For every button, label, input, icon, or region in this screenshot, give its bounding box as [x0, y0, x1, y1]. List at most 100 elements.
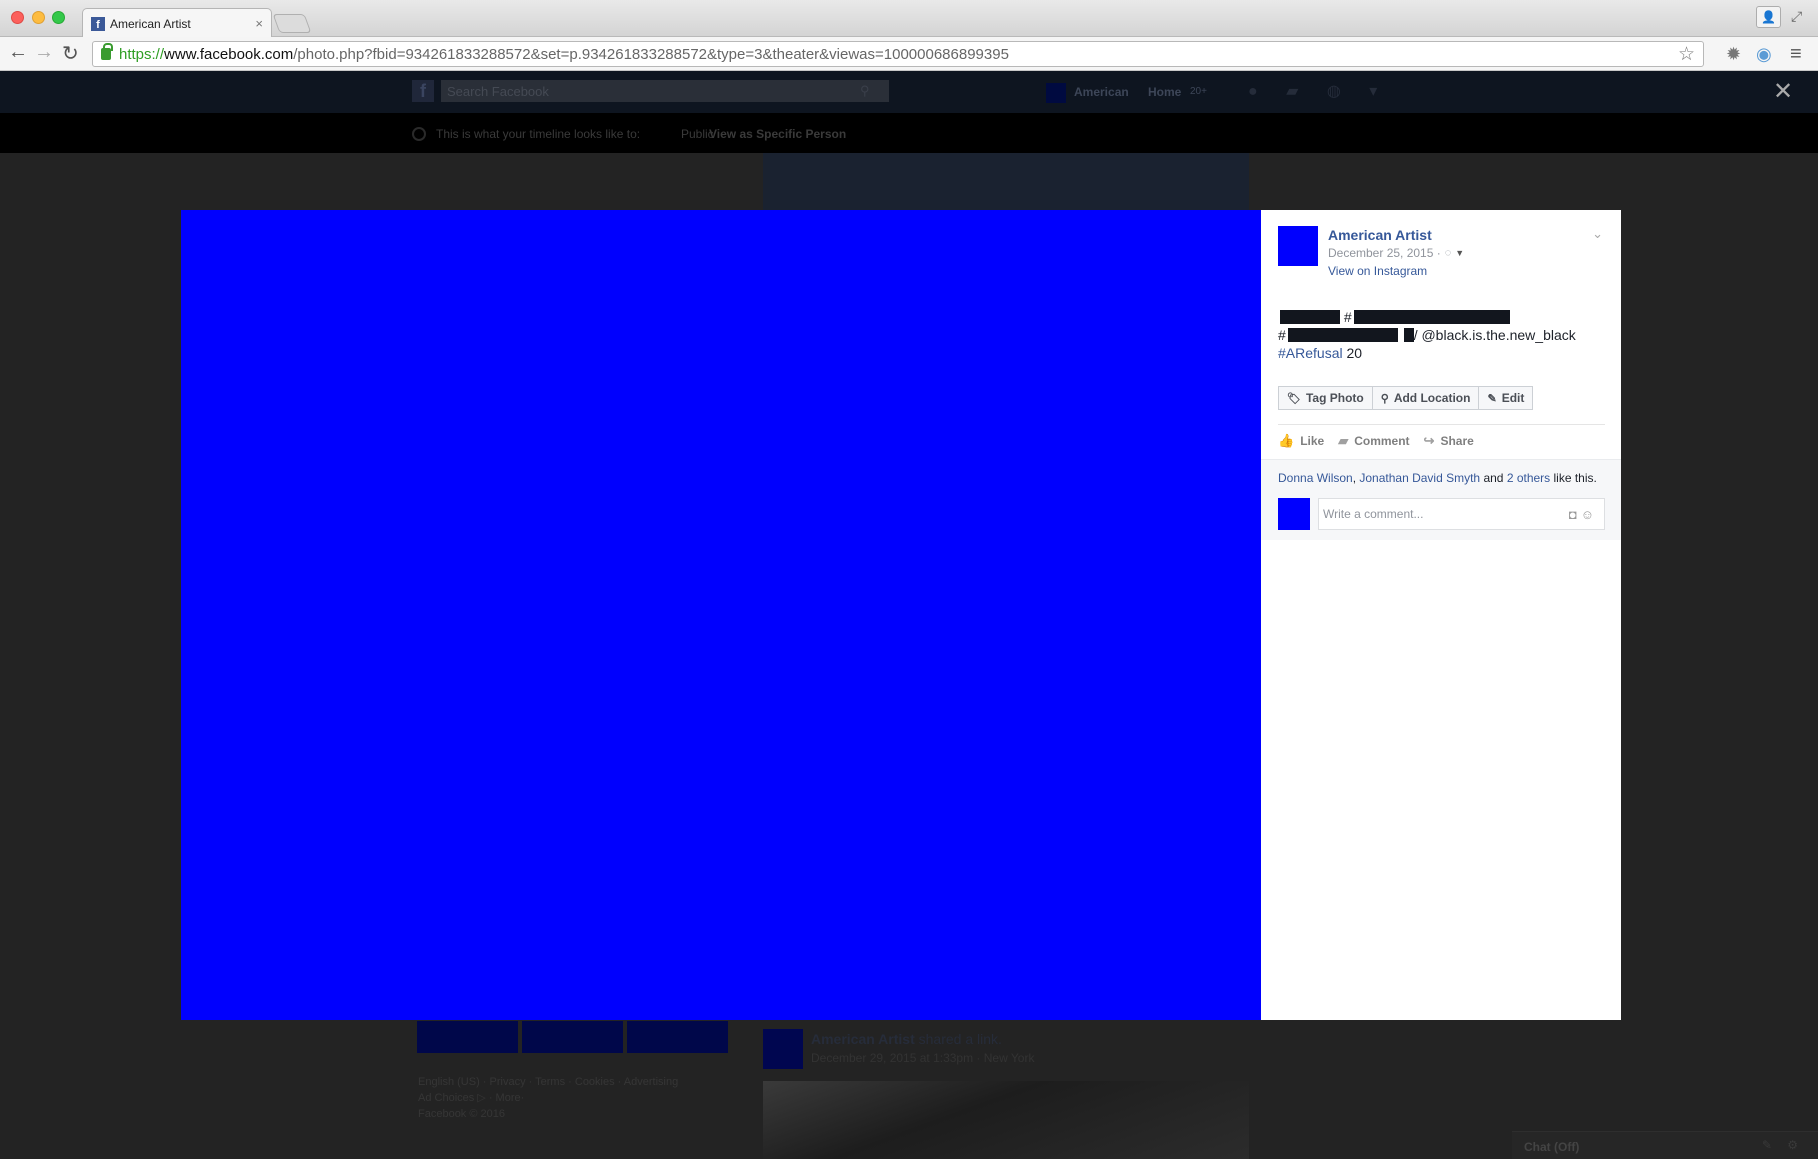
- tab-close-icon[interactable]: ×: [255, 16, 263, 31]
- liker-link[interactable]: Donna Wilson: [1278, 471, 1353, 485]
- chat-bar: Chat (Off) ✎ ⚙: [1512, 1131, 1818, 1159]
- tab-title: American Artist: [110, 16, 191, 31]
- tag-photo-button[interactable]: 🏷 Tag Photo: [1278, 386, 1373, 410]
- caption-mention[interactable]: @black.is.the.new_black: [1418, 327, 1575, 343]
- tag-photo-label: Tag Photo: [1305, 391, 1364, 405]
- view-as-text: This is what your timeline looks like to…: [436, 127, 641, 141]
- post-author: American Artist: [811, 1031, 915, 1047]
- globe-icon: ◌: [1444, 247, 1452, 259]
- add-location-label: Add Location: [1393, 391, 1471, 405]
- likes-and: and: [1480, 471, 1507, 485]
- footer-copyright: Facebook © 2016: [418, 1108, 505, 1120]
- tag-icon: 🏷: [1287, 392, 1301, 405]
- divider: [1278, 424, 1605, 425]
- window-minimize-button[interactable]: [32, 11, 45, 24]
- author-header: American Artist December 25, 2015 · ◌ ▼ …: [1278, 226, 1605, 280]
- view-as-specific-person: View as Specific Person: [709, 127, 847, 141]
- comment-input[interactable]: Write a comment... ◘☺: [1318, 498, 1605, 530]
- nav-profile-name: American: [1074, 85, 1129, 99]
- ufi-actions: 👍 Like ▰ Comment ↪ Share: [1278, 433, 1605, 449]
- pencil-icon: ✎: [1487, 392, 1497, 405]
- extension-icon[interactable]: ✹: [1726, 44, 1741, 65]
- likes-suffix: like this.: [1550, 471, 1597, 485]
- author-avatar[interactable]: [1278, 226, 1318, 266]
- forward-icon[interactable]: →: [34, 41, 54, 64]
- caption-hash: #: [1278, 327, 1286, 343]
- search-icon: ⚲: [860, 83, 870, 98]
- liker-link[interactable]: Jonathan David Smyth: [1359, 471, 1480, 485]
- ufi-box: Donna Wilson, Jonathan David Smyth and 2…: [1261, 459, 1621, 540]
- new-tab-button[interactable]: [272, 14, 312, 33]
- hashtag-link[interactable]: #ARefusal: [1278, 345, 1343, 361]
- share-button[interactable]: ↪ Share: [1424, 433, 1474, 449]
- photo-thumbnail: [417, 1021, 518, 1053]
- edit-button[interactable]: ✎ Edit: [1479, 386, 1534, 410]
- close-theater-icon[interactable]: ✕: [1773, 77, 1793, 106]
- view-on-instagram-link[interactable]: View on Instagram: [1328, 262, 1464, 280]
- likes-sentence: Donna Wilson, Jonathan David Smyth and 2…: [1278, 470, 1605, 486]
- footer-links-2: Ad Choices ▷ · More·: [418, 1092, 525, 1104]
- theater-photo[interactable]: [181, 210, 1261, 1020]
- options-chevron-down-icon[interactable]: ⌄: [1592, 226, 1603, 242]
- post-date-row: December 25, 2015 · ◌ ▼: [1328, 244, 1464, 262]
- redacted-text: [1401, 328, 1414, 342]
- fullscreen-icon[interactable]: ⤢: [1791, 8, 1802, 25]
- post-date: December 29, 2015 at 1:33pm · New York: [811, 1051, 1035, 1065]
- browser-menu-icon[interactable]: ≡: [1790, 43, 1802, 66]
- profile-icon[interactable]: 👤: [1756, 6, 1781, 28]
- post-action: shared a link.: [918, 1031, 1002, 1047]
- photo-thumbnail: [627, 1021, 728, 1053]
- post-image: [763, 1081, 1249, 1159]
- post-date[interactable]: December 25, 2015 ·: [1328, 244, 1441, 262]
- url-path: /photo.php?fbid=934261833288572&set=p.93…: [293, 45, 1009, 63]
- author-name-link[interactable]: American Artist: [1328, 226, 1464, 244]
- facebook-search-input: Search Facebook: [441, 80, 889, 102]
- add-location-button[interactable]: ⚲ Add Location: [1372, 386, 1480, 410]
- photo-caption: # # / @black.is.the.new_black #ARefusal …: [1278, 308, 1605, 362]
- window-close-button[interactable]: [11, 11, 24, 24]
- audience-caret-icon[interactable]: ▼: [1455, 244, 1464, 262]
- photo-thumbnail: [522, 1021, 623, 1053]
- browser-tab[interactable]: f American Artist ×: [82, 8, 272, 38]
- post-avatar: [763, 1029, 803, 1069]
- camera-icon[interactable]: ◘: [1569, 507, 1581, 522]
- speech-bubble-icon: ▰: [1338, 433, 1349, 448]
- caption-hash: #: [1343, 309, 1352, 325]
- like-button[interactable]: 👍 Like: [1278, 433, 1324, 449]
- chat-settings-icons: ✎ ⚙: [1761, 1138, 1804, 1152]
- window-zoom-button[interactable]: [52, 11, 65, 24]
- location-pin-icon: ⚲: [1380, 392, 1389, 405]
- nav-notification-icons: ● ▰ ◍ ▾: [1248, 83, 1390, 100]
- commenter-avatar: [1278, 498, 1310, 530]
- redacted-text: [1351, 310, 1510, 324]
- url-host: www.facebook.com: [164, 45, 294, 63]
- facebook-top-bar: f Search Facebook ⚲ American Home 20+ ● …: [0, 71, 1818, 113]
- like-label: Like: [1300, 434, 1325, 448]
- others-link[interactable]: 2 others: [1507, 471, 1550, 485]
- view-as-icon: [412, 127, 426, 141]
- view-as-bar: This is what your timeline looks like to…: [0, 113, 1818, 153]
- comment-label: Comment: [1354, 434, 1410, 448]
- reload-icon[interactable]: ↻: [62, 41, 79, 66]
- lock-icon: [101, 43, 113, 60]
- browser-titlebar: f American Artist × 👤 ⤢: [0, 0, 1818, 38]
- page-footer: English (US) · Privacy · Terms · Cookies…: [418, 1074, 728, 1122]
- comment-composer: Write a comment... ◘☺: [1278, 498, 1605, 530]
- share-label: Share: [1440, 434, 1474, 448]
- post-header: American Artist shared a link.: [811, 1031, 1002, 1047]
- comment-placeholder: Write a comment...: [1323, 507, 1424, 521]
- browser-toolbar: ← → ↻ https://www.facebook.com/photo.php…: [0, 37, 1818, 71]
- url-scheme: https://: [119, 45, 165, 63]
- nav-home-count: 20+: [1190, 86, 1207, 97]
- edit-label: Edit: [1501, 391, 1525, 405]
- chat-label: Chat (Off): [1524, 1140, 1580, 1154]
- facebook-favicon-icon: f: [91, 16, 105, 31]
- nav-avatar: [1046, 83, 1066, 103]
- comment-button[interactable]: ▰ Comment: [1338, 433, 1409, 449]
- camera-extension-icon[interactable]: ◉: [1756, 44, 1772, 65]
- caption-number: 20: [1342, 345, 1363, 361]
- bookmark-star-icon[interactable]: ☆: [1678, 43, 1695, 66]
- back-icon[interactable]: ←: [8, 41, 28, 64]
- address-bar[interactable]: https://www.facebook.com/photo.php?fbid=…: [92, 41, 1704, 67]
- smiley-icon[interactable]: ☺: [1581, 507, 1598, 522]
